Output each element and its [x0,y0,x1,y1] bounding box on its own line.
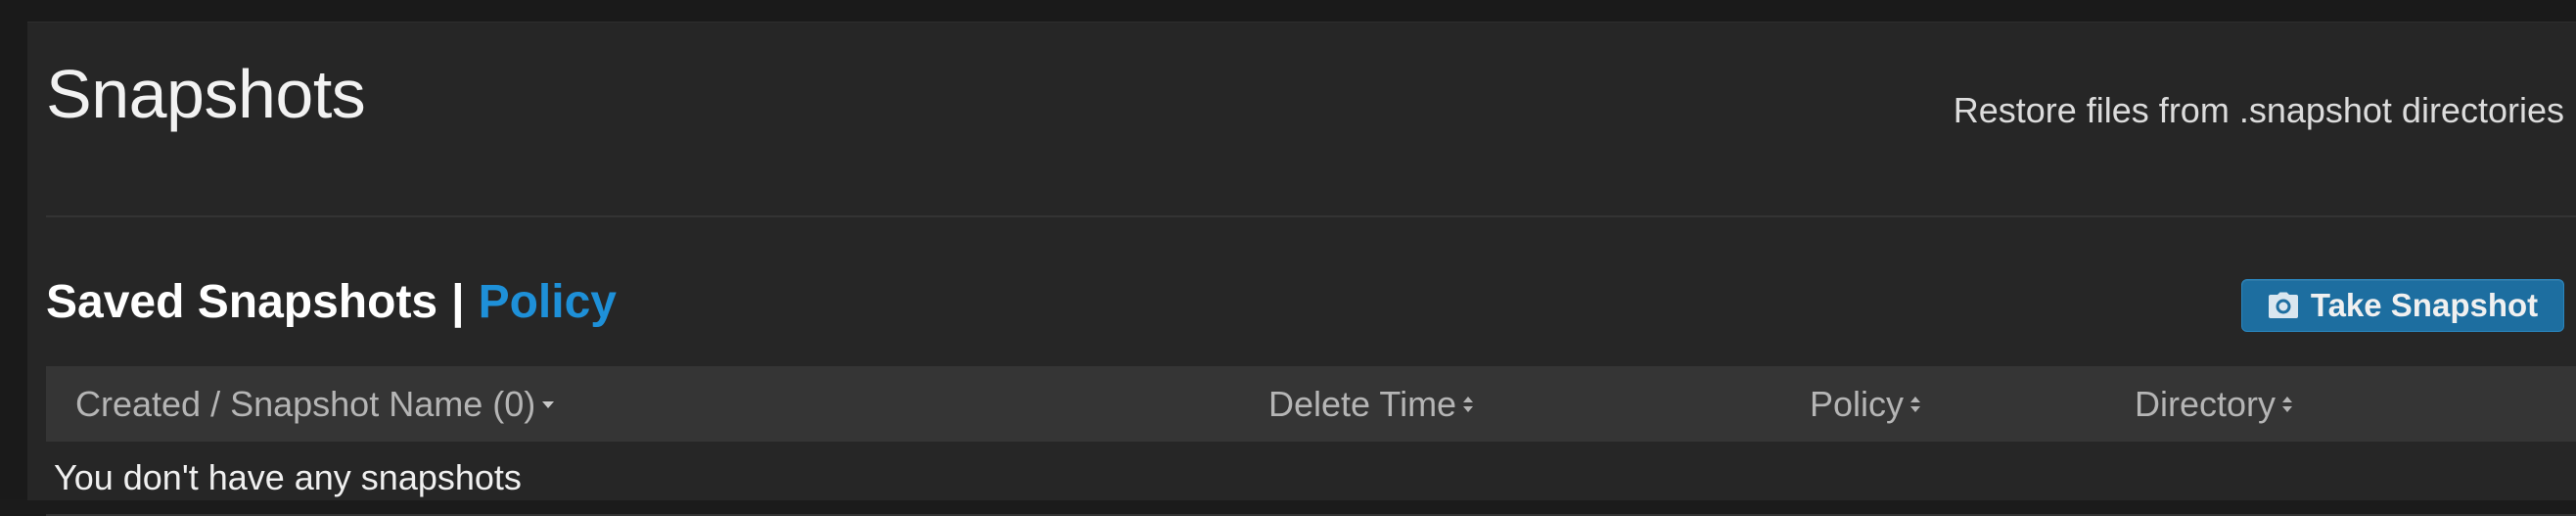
heading-separator: | [451,276,465,328]
header-divider [46,215,2576,217]
sort-icon [2281,394,2293,415]
column-header-label: Created / Snapshot Name (0) [75,383,536,424]
section-heading: Saved Snapshots | Policy [46,279,617,326]
take-snapshot-label: Take Snapshot [2310,287,2539,323]
snapshots-panel: Snapshots Restore files from .snapshot d… [27,22,2576,516]
policy-link[interactable]: Policy [479,276,617,328]
column-header-created[interactable]: Created / Snapshot Name (0) [75,366,555,442]
column-header-label: Directory [2135,383,2277,424]
page-title: Snapshots [46,56,366,132]
sort-icon [1462,394,1474,415]
empty-state-row: You don't have any snapshots [46,442,2576,516]
camera-icon [2268,292,2299,319]
column-header-label: Delete Time [1268,383,1457,424]
column-header-policy[interactable]: Policy [1810,366,1921,442]
column-header-directory[interactable]: Directory [2135,366,2293,442]
column-header-label: Policy [1810,383,1905,424]
table-header: Created / Snapshot Name (0) Delete Time … [46,366,2576,442]
column-header-delete-time[interactable]: Delete Time [1268,366,1474,442]
empty-state-message: You don't have any snapshots [54,457,522,497]
app-frame: Snapshots Restore files from .snapshot d… [0,0,2576,516]
caret-down-icon [541,399,555,409]
page-subtitle: Restore files from .snapshot directories [1953,90,2564,130]
sort-icon [1909,394,1921,415]
take-snapshot-button[interactable]: Take Snapshot [2241,279,2564,332]
snapshots-table: Created / Snapshot Name (0) Delete Time … [46,366,2576,516]
saved-snapshots-label: Saved Snapshots [46,276,438,328]
